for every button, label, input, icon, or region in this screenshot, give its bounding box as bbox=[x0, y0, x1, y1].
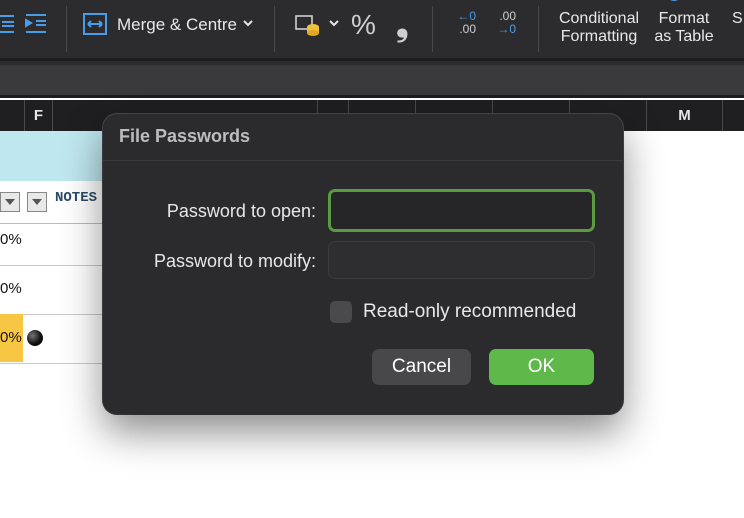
comma-style-icon[interactable]: ❟ bbox=[396, 6, 409, 44]
filter-dropdown-button[interactable] bbox=[27, 192, 47, 212]
cell-styles-icon[interactable] bbox=[664, 0, 684, 4]
password-to-modify-input[interactable] bbox=[328, 241, 595, 279]
table-row[interactable]: 0% bbox=[0, 216, 110, 266]
header-band bbox=[0, 131, 110, 181]
password-to-open-label: Password to open: bbox=[166, 201, 316, 221]
format-as-table-button[interactable]: Format as Table bbox=[650, 10, 718, 46]
cell-styles-line2: S bbox=[732, 10, 743, 27]
read-only-label[interactable]: Read-only recommended bbox=[363, 301, 576, 323]
merge-centre-button[interactable]: Merge & Centre bbox=[117, 15, 237, 35]
status-dot-icon bbox=[27, 330, 43, 346]
percent-cell[interactable]: 0% bbox=[0, 314, 22, 362]
percent-icon[interactable]: % bbox=[351, 9, 376, 41]
conditional-formatting-line2: Formatting bbox=[560, 28, 638, 45]
number-format-icon[interactable] bbox=[295, 13, 321, 37]
filter-dropdown-button[interactable] bbox=[0, 192, 20, 212]
read-only-checkbox[interactable] bbox=[330, 301, 352, 323]
chevron-down-icon[interactable] bbox=[243, 19, 253, 27]
table-row[interactable]: 0% bbox=[0, 314, 110, 364]
chevron-down-icon[interactable] bbox=[329, 19, 339, 27]
indent-decrease-icon[interactable] bbox=[0, 12, 16, 36]
ribbon-toolbar: Merge & Centre % ❟ ←0 .00 .00 →0 Conditi… bbox=[0, 0, 744, 58]
notes-column-header: NOTES bbox=[55, 190, 98, 206]
password-to-open-input[interactable] bbox=[328, 189, 595, 232]
column-header-n[interactable] bbox=[723, 100, 744, 131]
column-header-e[interactable] bbox=[0, 100, 25, 131]
format-as-table-line2: as Table bbox=[654, 28, 714, 45]
formula-input[interactable] bbox=[0, 65, 744, 95]
decrease-decimal-icon[interactable]: .00 →0 bbox=[490, 10, 516, 36]
ok-button[interactable]: OK bbox=[489, 349, 594, 385]
formula-bar bbox=[0, 58, 744, 98]
conditional-formatting-button[interactable]: Conditional Formatting bbox=[554, 10, 644, 46]
conditional-formatting-line1: Conditional bbox=[558, 10, 640, 27]
column-header-f[interactable]: F bbox=[25, 100, 53, 131]
file-passwords-dialog: File Passwords Password to open: Passwor… bbox=[103, 114, 623, 414]
dialog-divider bbox=[103, 160, 623, 161]
percent-cell[interactable]: 0% bbox=[0, 216, 22, 264]
indent-increase-icon[interactable] bbox=[24, 12, 48, 36]
percent-cell[interactable]: 0% bbox=[0, 265, 22, 313]
table-row[interactable]: 0% bbox=[0, 265, 110, 315]
decrease-decimal-bottom: →0 bbox=[497, 22, 516, 36]
merge-centre-icon[interactable] bbox=[83, 12, 107, 36]
increase-decimal-bottom: .00 bbox=[459, 22, 476, 36]
cell-styles-button[interactable]: S bbox=[732, 10, 744, 28]
format-as-table-line1: Format bbox=[658, 10, 710, 27]
column-header-m[interactable]: M bbox=[647, 100, 723, 131]
password-to-modify-label: Password to modify: bbox=[153, 251, 316, 271]
cancel-button[interactable]: Cancel bbox=[372, 349, 471, 385]
increase-decimal-icon[interactable]: ←0 .00 bbox=[450, 10, 476, 36]
dialog-title: File Passwords bbox=[119, 126, 251, 146]
